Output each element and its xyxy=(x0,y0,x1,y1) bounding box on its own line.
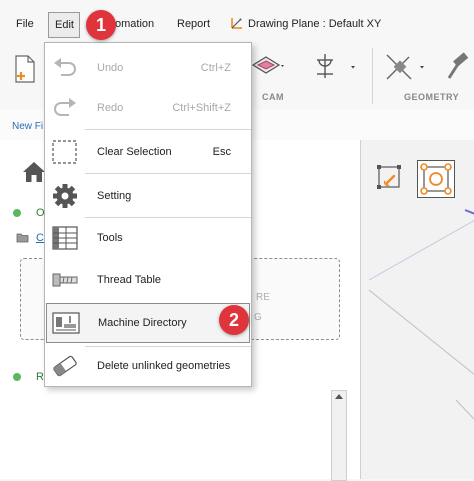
menu-item-tools[interactable]: Tools xyxy=(45,219,251,257)
drawing-plane-icon[interactable] xyxy=(229,15,245,31)
menu-item-shortcut: Ctrl+Shift+Z xyxy=(172,102,231,114)
tree-row-label-2[interactable]: R xyxy=(36,371,44,383)
menu-item-thread-table[interactable]: Thread Table xyxy=(45,261,251,299)
geometry-draw-icon[interactable] xyxy=(384,50,428,82)
callout-badge-1: 1 xyxy=(86,10,116,40)
menu-file[interactable]: File xyxy=(16,18,34,30)
edit-dropdown-menu: Undo Ctrl+Z Redo Ctrl+Shift+Z Clear Sele… xyxy=(44,42,252,387)
folder-open-icon[interactable] xyxy=(16,232,30,244)
menu-report[interactable]: Report xyxy=(177,18,210,30)
menu-item-label: Undo xyxy=(97,62,124,74)
cam-tool-icon[interactable] xyxy=(313,52,361,80)
menu-item-clear-selection[interactable]: Clear Selection Esc xyxy=(45,133,251,171)
document-tab[interactable]: New Fi xyxy=(12,121,43,132)
menu-automation[interactable]: omation xyxy=(115,18,154,30)
menu-item-label: Machine Directory xyxy=(98,317,187,329)
menu-item-shortcut: Ctrl+Z xyxy=(200,62,231,74)
vertical-scrollbar[interactable] xyxy=(331,390,347,481)
toolbar-divider xyxy=(372,48,373,104)
cam-pocket-icon[interactable] xyxy=(250,54,284,80)
home-icon[interactable] xyxy=(22,160,46,184)
menu-item-label: Setting xyxy=(97,190,132,202)
select-points-icon[interactable] xyxy=(417,160,455,198)
callout-badge-2: 2 xyxy=(219,305,249,335)
menu-item-label: Tools xyxy=(97,232,123,244)
menu-edit: Edit xyxy=(55,19,74,31)
status-dot-2 xyxy=(13,373,21,381)
menu-item-delete-unlinked[interactable]: Delete unlinked geometries xyxy=(45,347,251,385)
menu-edit-active[interactable]: Edit xyxy=(48,12,80,38)
cam-group-label: CAM xyxy=(262,92,284,102)
undo-icon xyxy=(51,55,79,81)
menu-item-redo[interactable]: Redo Ctrl+Shift+Z xyxy=(45,89,251,127)
menu-item-label: Clear Selection xyxy=(97,146,172,158)
geometry-hammer-icon[interactable] xyxy=(446,52,474,82)
redo-icon xyxy=(51,95,79,121)
menu-separator xyxy=(85,217,251,218)
tools-table-icon xyxy=(51,225,79,251)
menu-item-label: Thread Table xyxy=(97,274,162,286)
menu-item-setting[interactable]: Setting xyxy=(45,177,251,215)
select-link-icon[interactable] xyxy=(376,164,404,192)
menu-item-label: Redo xyxy=(97,102,124,114)
eraser-icon xyxy=(51,353,79,379)
scroll-up-icon[interactable] xyxy=(335,394,343,399)
machine-icon xyxy=(52,310,80,336)
thread-icon xyxy=(51,267,79,293)
geometry-group-label: GEOMETRY xyxy=(404,92,460,102)
gear-icon xyxy=(51,183,79,209)
menu-item-label: Delete unlinked geometries xyxy=(97,360,231,372)
status-dot xyxy=(13,209,21,217)
menu-separator xyxy=(85,173,251,174)
clear-selection-icon xyxy=(51,139,79,165)
drop-zone-text-a: RE xyxy=(256,292,270,303)
menu-separator xyxy=(85,129,251,130)
drop-zone-text-b: G xyxy=(254,312,262,323)
drawing-plane-label[interactable]: Drawing Plane : Default XY xyxy=(248,18,381,30)
open-file-link[interactable]: C xyxy=(36,232,44,244)
menu-item-shortcut: Esc xyxy=(212,146,231,158)
menu-item-undo[interactable]: Undo Ctrl+Z xyxy=(45,49,251,87)
new-file-icon[interactable] xyxy=(12,54,38,84)
